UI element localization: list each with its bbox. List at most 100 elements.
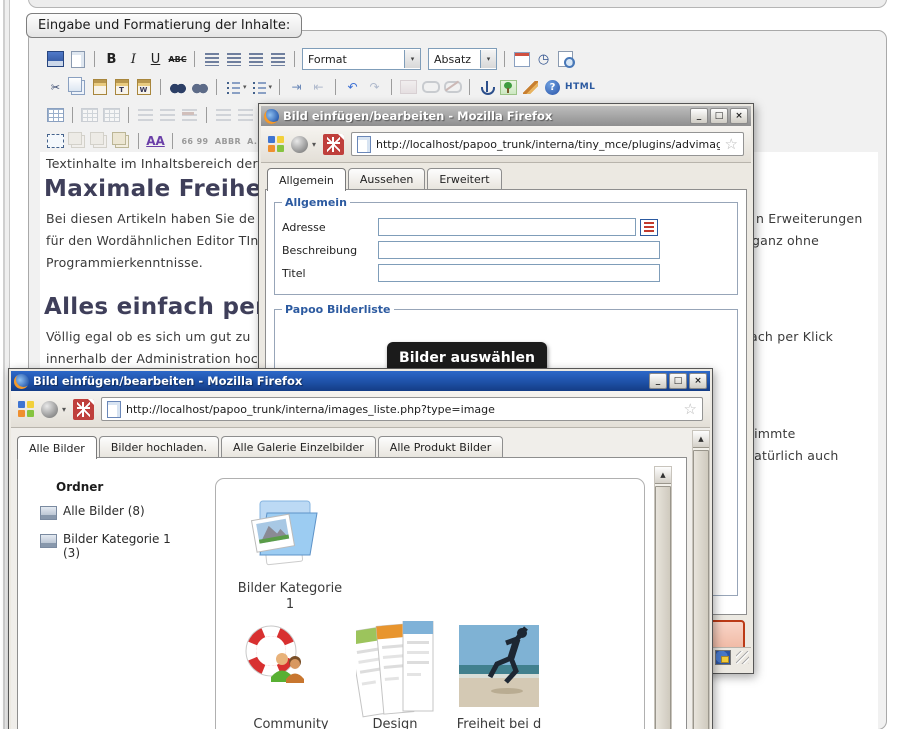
list-scrollbar[interactable]: ▲ bbox=[654, 466, 672, 729]
underline-icon[interactable]: U bbox=[146, 50, 165, 68]
layer-backward-icon[interactable] bbox=[90, 132, 109, 150]
italic-icon[interactable]: I bbox=[124, 50, 143, 68]
paste-word-icon[interactable]: W bbox=[134, 78, 153, 96]
align-right-icon[interactable] bbox=[246, 50, 265, 68]
freedom-image-thumbnail[interactable] bbox=[459, 625, 539, 707]
insert-layer-icon[interactable] bbox=[112, 132, 131, 150]
tab-bilder-hochladen[interactable]: Bilder hochladen. bbox=[99, 436, 219, 457]
chevron-down-icon[interactable]: ▾ bbox=[243, 83, 247, 91]
tab-erweitert[interactable]: Erweitert bbox=[427, 168, 501, 189]
scroll-up-icon[interactable]: ▲ bbox=[693, 431, 709, 448]
align-left-icon[interactable] bbox=[202, 50, 221, 68]
quick-launch-icon[interactable] bbox=[268, 136, 284, 152]
globe-icon[interactable] bbox=[41, 401, 58, 418]
category-thumb-label[interactable]: Bilder Kategorie 1 bbox=[222, 581, 358, 613]
image-tree-icon[interactable] bbox=[499, 78, 518, 96]
folder-item-bilder-kategorie-1[interactable]: Bilder Kategorie 1 (3) bbox=[40, 532, 180, 560]
search-icon[interactable] bbox=[168, 78, 187, 96]
close-button[interactable]: × bbox=[730, 108, 748, 124]
folder-item-alle-bilder[interactable]: Alle Bilder (8) bbox=[40, 504, 180, 520]
minimize-button[interactable]: _ bbox=[649, 373, 667, 389]
search-replace-icon[interactable] bbox=[190, 78, 209, 96]
preview-icon[interactable] bbox=[556, 50, 575, 68]
description-input[interactable] bbox=[378, 241, 660, 259]
redo-icon[interactable]: ↷ bbox=[365, 78, 384, 96]
title-input[interactable] bbox=[378, 264, 660, 282]
window-scrollbar[interactable]: ▲ bbox=[692, 430, 710, 729]
insert-column-after-icon[interactable] bbox=[236, 106, 255, 124]
table-row-properties-icon[interactable] bbox=[80, 106, 99, 124]
paste-text-icon[interactable]: T bbox=[112, 78, 131, 96]
cut-icon[interactable]: ✂ bbox=[46, 78, 65, 96]
scroll-up-icon[interactable]: ▲ bbox=[655, 467, 671, 484]
delete-row-icon[interactable] bbox=[180, 106, 199, 124]
anchor-icon[interactable] bbox=[477, 78, 496, 96]
chevron-down-icon[interactable]: ▾ bbox=[404, 50, 420, 68]
insert-table-icon[interactable] bbox=[46, 106, 65, 124]
numbered-list-icon[interactable] bbox=[250, 78, 269, 96]
table-cell-properties-icon[interactable] bbox=[102, 106, 121, 124]
align-justify-icon[interactable] bbox=[268, 50, 287, 68]
image-dialog-titlebar[interactable]: Bild einfügen/bearbeiten - Mozilla Firef… bbox=[261, 106, 751, 126]
undo-icon[interactable]: ↶ bbox=[343, 78, 362, 96]
blockquote-icon[interactable]: 66 99 bbox=[180, 132, 210, 150]
tab-aussehen[interactable]: Aussehen bbox=[348, 168, 425, 189]
tab-galerie-einzelbilder[interactable]: Alle Galerie Einzelbilder bbox=[221, 436, 376, 457]
bookmark-star-icon[interactable]: ☆ bbox=[725, 135, 738, 153]
link-icon[interactable] bbox=[421, 78, 440, 96]
address-bar[interactable]: http://localhost/papoo_trunk/interna/ima… bbox=[101, 397, 703, 421]
address-input[interactable] bbox=[378, 218, 636, 236]
outdent-icon[interactable]: ⇤ bbox=[309, 78, 328, 96]
image-list-dialog-titlebar[interactable]: Bild einfügen/bearbeiten - Mozilla Firef… bbox=[11, 371, 710, 391]
abbreviation-icon[interactable]: ABBR bbox=[213, 132, 243, 150]
chevron-down-icon[interactable]: ▾ bbox=[269, 83, 273, 91]
community-image-thumbnail[interactable] bbox=[244, 625, 310, 687]
tab-produkt-bilder[interactable]: Alle Produkt Bilder bbox=[378, 436, 503, 457]
paragraph-select[interactable]: Absatz ▾ bbox=[428, 48, 497, 70]
bold-icon[interactable]: B bbox=[102, 50, 121, 68]
minimize-button[interactable]: _ bbox=[690, 108, 708, 124]
insert-column-before-icon[interactable] bbox=[214, 106, 233, 124]
help-icon[interactable]: ? bbox=[543, 78, 562, 96]
insert-date-icon[interactable] bbox=[512, 50, 531, 68]
maximize-button[interactable]: □ bbox=[669, 373, 687, 389]
align-center-icon[interactable] bbox=[224, 50, 243, 68]
chevron-down-icon[interactable]: ▾ bbox=[62, 405, 66, 414]
unlink-icon[interactable] bbox=[443, 78, 462, 96]
format-select[interactable]: Format ▾ bbox=[302, 48, 421, 70]
close-button[interactable]: × bbox=[689, 373, 707, 389]
design-image-thumbnail[interactable] bbox=[356, 621, 434, 723]
address-bar[interactable]: http://localhost/papoo_trunk/interna/tin… bbox=[351, 132, 744, 156]
maximize-button[interactable]: □ bbox=[710, 108, 728, 124]
indent-icon[interactable]: ⇥ bbox=[287, 78, 306, 96]
insert-image-icon[interactable] bbox=[399, 78, 418, 96]
layer-icon[interactable] bbox=[68, 132, 87, 150]
cleanup-brush-icon[interactable] bbox=[521, 78, 540, 96]
insert-row-before-icon[interactable] bbox=[136, 106, 155, 124]
paste-icon[interactable] bbox=[90, 78, 109, 96]
copy-icon[interactable] bbox=[68, 78, 87, 96]
tab-allgemein[interactable]: Allgemein bbox=[267, 168, 346, 191]
bullet-list-icon[interactable] bbox=[224, 78, 243, 96]
save-icon[interactable] bbox=[46, 50, 65, 68]
scrollbar-thumb[interactable] bbox=[693, 450, 709, 729]
new-document-icon[interactable] bbox=[68, 50, 87, 68]
resize-grip[interactable] bbox=[736, 651, 749, 664]
insert-row-after-icon[interactable] bbox=[158, 106, 177, 124]
globe-icon[interactable] bbox=[291, 136, 308, 153]
tab-alle-bilder[interactable]: Alle Bilder bbox=[17, 436, 97, 459]
papoo-logo-icon[interactable] bbox=[73, 399, 94, 420]
scrollbar-thumb[interactable] bbox=[655, 486, 671, 729]
style-properties-icon[interactable]: AA bbox=[146, 132, 165, 150]
visual-aid-icon[interactable] bbox=[46, 132, 65, 150]
chevron-down-icon[interactable]: ▾ bbox=[480, 50, 496, 68]
quick-launch-icon[interactable] bbox=[18, 401, 34, 417]
papoo-logo-icon[interactable] bbox=[323, 134, 344, 155]
image-category-folder-icon[interactable] bbox=[246, 489, 318, 569]
chevron-down-icon[interactable]: ▾ bbox=[312, 140, 316, 149]
insert-time-icon[interactable]: ◷ bbox=[534, 50, 553, 68]
strikethrough-icon[interactable]: ABC bbox=[168, 50, 187, 68]
image-list-browse-icon[interactable] bbox=[640, 219, 658, 236]
bookmark-star-icon[interactable]: ☆ bbox=[684, 400, 697, 418]
html-source-icon[interactable]: HTML bbox=[565, 78, 595, 96]
